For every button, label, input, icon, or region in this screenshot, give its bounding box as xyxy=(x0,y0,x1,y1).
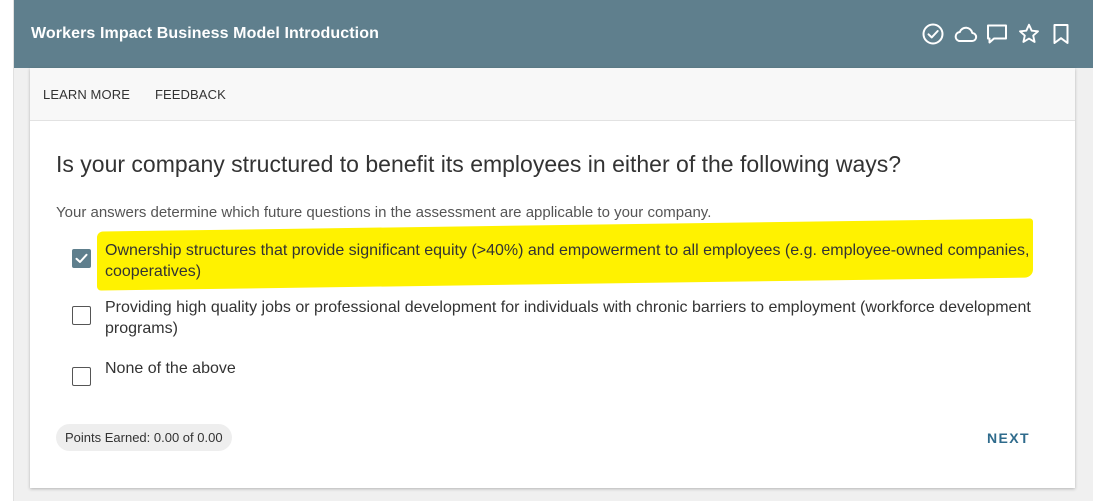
tab-feedback[interactable]: FEEDBACK xyxy=(155,87,226,102)
checkbox-checked[interactable] xyxy=(72,249,91,268)
checkmark-icon xyxy=(75,253,88,263)
option-label: None of the above xyxy=(105,360,236,377)
header-actions xyxy=(920,14,1074,54)
comment-icon[interactable] xyxy=(984,21,1010,47)
bookmark-icon[interactable] xyxy=(1048,21,1074,47)
option-high-quality-jobs[interactable]: Providing high quality jobs or professio… xyxy=(72,297,1035,339)
card-tab-bar: LEARN MORE FEEDBACK xyxy=(30,68,1075,121)
cloud-icon[interactable] xyxy=(952,21,978,47)
option-none-of-the-above[interactable]: None of the above xyxy=(72,358,1035,386)
points-earned-badge: Points Earned: 0.00 of 0.00 xyxy=(56,424,232,451)
assessment-card: LEARN MORE FEEDBACK Is your company stru… xyxy=(30,68,1075,488)
left-rail xyxy=(0,0,14,501)
option-ownership-structures[interactable]: Ownership structures that provide signif… xyxy=(72,240,1035,282)
star-icon[interactable] xyxy=(1016,21,1042,47)
next-button[interactable]: NEXT xyxy=(987,430,1030,446)
option-label: Ownership structures that provide signif… xyxy=(105,242,1030,280)
checkbox-unchecked[interactable] xyxy=(72,306,91,325)
question-title: Is your company structured to benefit it… xyxy=(56,151,902,177)
tab-learn-more[interactable]: LEARN MORE xyxy=(43,87,130,102)
page-title: Workers Impact Business Model Introducti… xyxy=(31,25,379,42)
page-header: Workers Impact Business Model Introducti… xyxy=(14,0,1093,68)
checkbox-unchecked[interactable] xyxy=(72,367,91,386)
option-label: Providing high quality jobs or professio… xyxy=(105,299,1031,337)
check-circle-icon[interactable] xyxy=(920,21,946,47)
question-helper-text: Your answers determine which future ques… xyxy=(56,204,712,221)
